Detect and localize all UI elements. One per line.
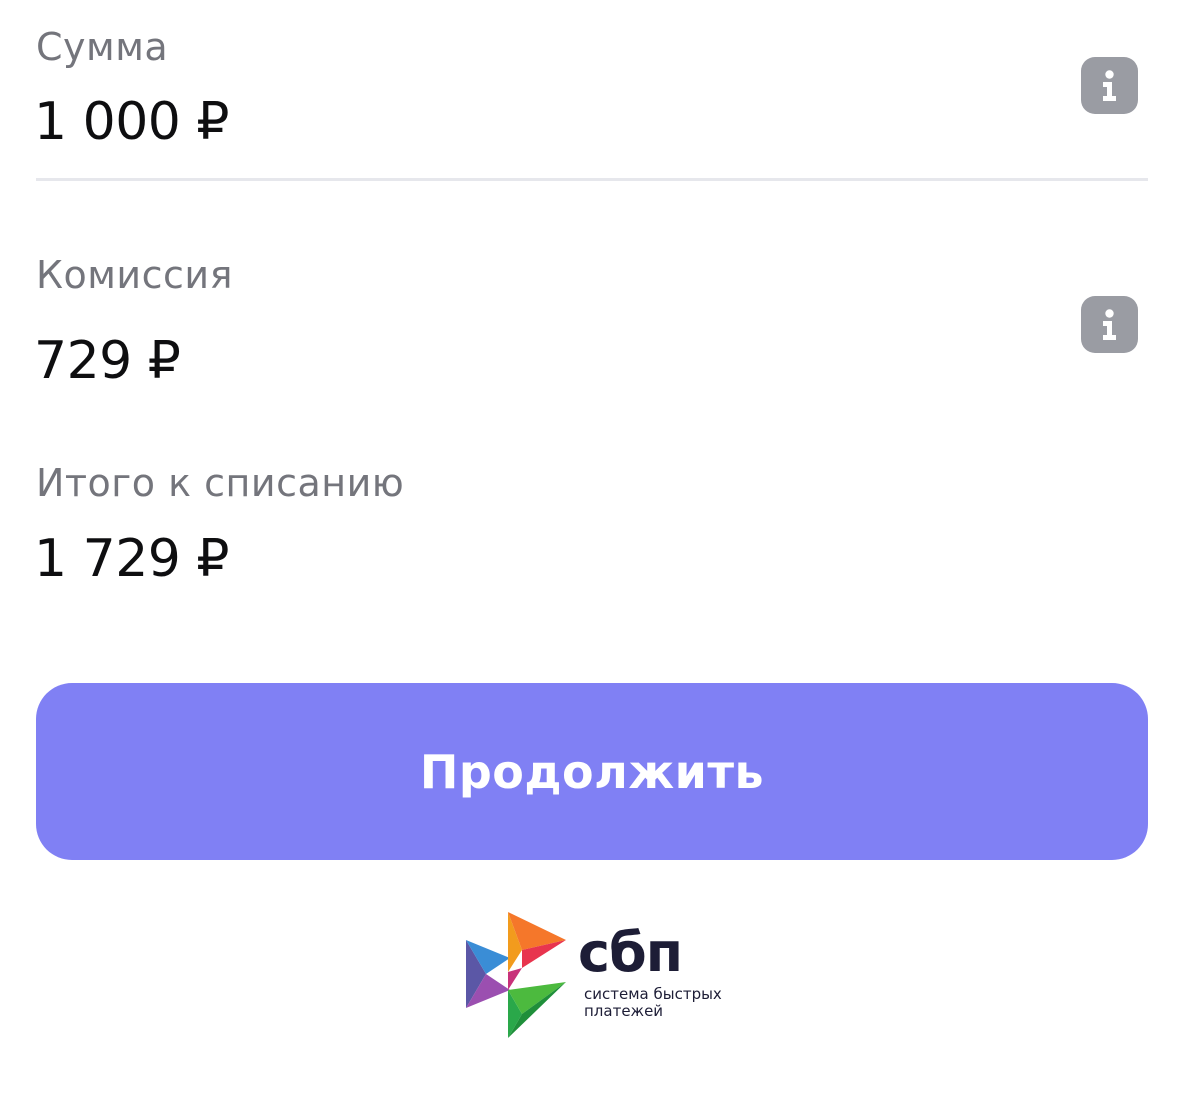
continue-button[interactable]: Продолжить bbox=[36, 683, 1148, 860]
total-value: 1 729 ₽ bbox=[34, 529, 229, 589]
commission-label: Комиссия bbox=[36, 253, 233, 297]
sbp-tagline: система быстрых платежей bbox=[584, 986, 734, 1020]
commission-info-button[interactable] bbox=[1081, 296, 1138, 353]
sbp-tagline-line1: система быстрых bbox=[584, 985, 722, 1003]
info-icon bbox=[1103, 70, 1116, 101]
sbp-mark-icon bbox=[466, 912, 566, 1038]
total-label: Итого к списанию bbox=[36, 461, 405, 505]
sbp-wordmark: сбп bbox=[578, 921, 683, 984]
divider bbox=[36, 178, 1148, 181]
amount-label: Сумма bbox=[36, 25, 169, 69]
commission-value: 729 ₽ bbox=[34, 331, 181, 391]
sbp-tagline-line2: платежей bbox=[584, 1002, 664, 1020]
info-icon bbox=[1103, 309, 1116, 340]
sbp-logo: сбп система быстрых платежей bbox=[462, 910, 732, 1040]
amount-info-button[interactable] bbox=[1081, 57, 1138, 114]
amount-value: 1 000 ₽ bbox=[34, 92, 229, 152]
